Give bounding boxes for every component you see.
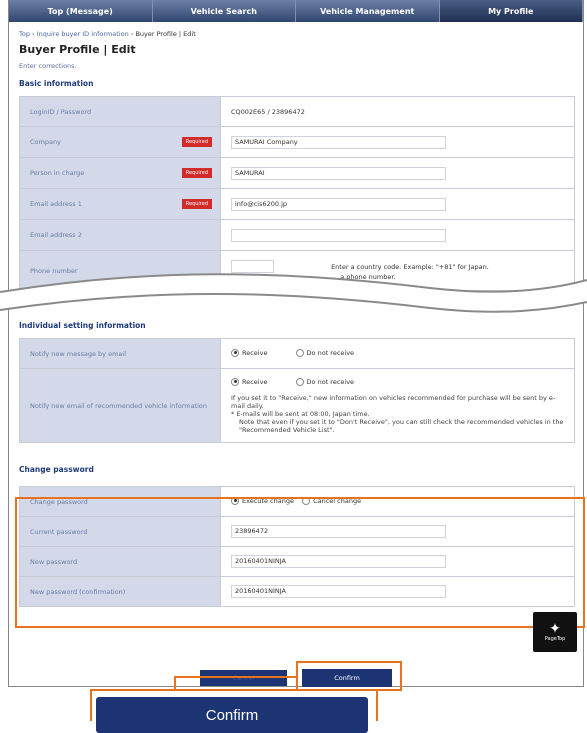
required-badge: Required [181,199,212,209]
top-navigation: Top (Message) Vehicle Search Vehicle Man… [9,0,583,22]
change-password-heading: Change password [19,465,94,474]
confirm-button-zoomed[interactable]: Confirm [96,697,368,733]
page-top-button[interactable]: ✦ PageTop [533,612,577,652]
email2-input[interactable] [231,228,446,242]
breadcrumb-current: Buyer Profile | Edit [135,30,196,38]
breadcrumb: Top › Inquire buyer ID information › Buy… [9,22,583,38]
radio-unchecked-icon [295,377,304,386]
breadcrumb-inquire-link[interactable]: Inquire buyer ID information [37,30,129,38]
password-highlight-box [15,497,585,628]
field-label: Email address 1 Required [19,188,221,220]
instruction-text: Enter corrections. [19,62,77,70]
field-label: Email address 2 [19,219,221,251]
cancel-button[interactable]: Cancel [200,670,287,686]
section-cut-wave [0,273,587,313]
page-top-icon: ✦ [549,621,561,637]
person-in-charge-input[interactable]: SAMURAI [231,166,446,180]
table-row: LoginID / Password CQ002E65 / 23896472 [19,96,575,127]
radio-unchecked-icon [295,348,304,357]
nav-my-profile[interactable]: My Profile [439,0,583,22]
notify-message-not-receive-radio[interactable]: Do not receive [295,348,354,357]
notify-vehicle-not-receive-radio[interactable]: Do not receive [295,377,354,386]
field-label: Person in charge Required [19,157,221,189]
field-label: Notify new message by email [19,338,221,369]
table-row: Email address 2 [19,219,575,251]
table-row: Person in charge Required SAMURAI [19,157,575,189]
required-badge: Required [181,137,212,147]
notification-note: * E-mails will be sent at 08:00, Japan t… [231,409,370,418]
email1-input[interactable]: info@cis6200.jp [231,197,446,211]
field-label: Company Required [19,126,221,158]
table-row: Notify new message by email Receive Do n… [19,338,575,369]
individual-settings-table: Notify new message by email Receive Do n… [19,338,575,443]
callout-connector [174,676,176,689]
nav-top-message[interactable]: Top (Message) [9,0,153,22]
field-label: LoginID / Password [19,96,221,127]
radio-checked-icon [231,377,239,386]
nav-vehicle-search[interactable]: Vehicle Search [153,0,296,22]
radio-checked-icon [231,348,239,357]
table-row: Notify new email of recommended vehicle … [19,368,575,443]
login-password-value: CQ002E65 / 23896472 [220,96,575,127]
table-row: Email address 1 Required info@cis6200.jp [19,188,575,220]
table-row: Company Required SAMURAI Company [19,126,575,158]
notify-message-receive-radio[interactable]: Receive [231,348,267,357]
breadcrumb-top-link[interactable]: Top [19,30,30,38]
nav-vehicle-management[interactable]: Vehicle Management [296,0,440,22]
notification-note: Note that even if you set it to "Don't R… [239,417,564,434]
field-label: Notify new email of recommended vehicle … [19,368,221,443]
notification-note: If you set it to "Receive," new informat… [231,393,556,410]
breadcrumb-separator: › [29,30,37,38]
confirm-button[interactable]: Confirm [302,669,392,687]
company-input[interactable]: SAMURAI Company [231,135,446,149]
page-title: Buyer Profile | Edit [19,43,136,56]
notify-vehicle-receive-radio[interactable]: Receive [231,377,267,386]
basic-info-heading: Basic information [19,79,94,88]
required-badge: Required [181,168,212,178]
callout-connector [174,676,296,678]
